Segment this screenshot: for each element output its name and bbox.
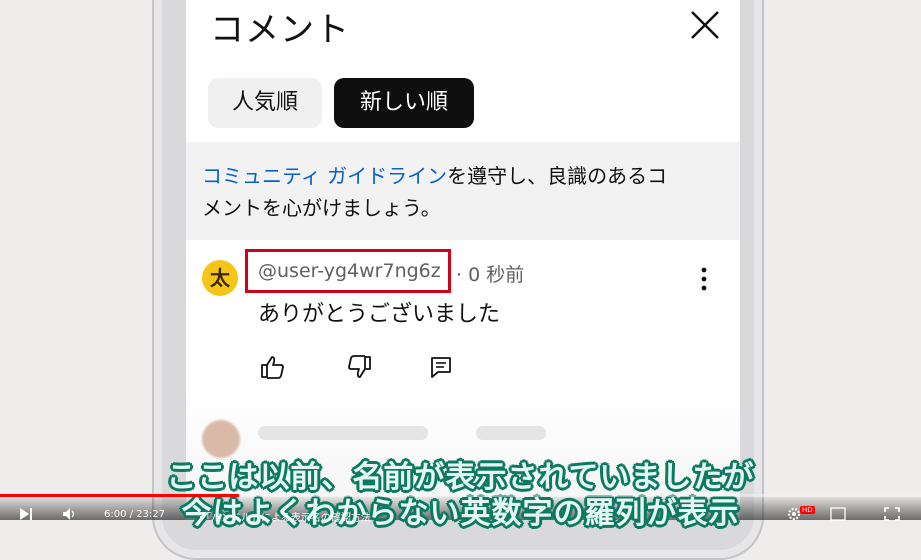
progress-fill (0, 494, 240, 497)
guideline-banner: コミュニティ ガイドラインを遵守し、良識のあるコ メントを心がけましょう。 (186, 142, 740, 240)
blurred-text (476, 426, 546, 440)
guideline-link[interactable]: コミュニティ ガイドライン (202, 164, 447, 188)
fullscreen-icon[interactable] (884, 506, 900, 521)
miniplayer-icon[interactable] (830, 506, 846, 521)
comment-handle[interactable]: @user-yg4wr7ng6z (258, 260, 441, 282)
next-icon[interactable] (18, 506, 34, 520)
tab-newest[interactable]: 新しい順 (334, 78, 474, 128)
guideline-text: コミュニティ ガイドラインを遵守し、良識のあるコ メントを心がけましょう。 (202, 160, 722, 224)
blurred-text (258, 426, 428, 440)
volume-icon[interactable] (62, 506, 78, 520)
hd-badge: HD (800, 506, 815, 514)
close-icon[interactable] (688, 8, 722, 42)
tab-popular[interactable]: 人気順 (208, 78, 322, 128)
avatar[interactable]: 太 (202, 260, 238, 296)
like-icon[interactable] (258, 352, 288, 382)
chapter-title[interactable]: ・「ハンドル」による表示名の確認方法 (196, 509, 371, 524)
comments-panel: コメント 人気順 新しい順 コミュニティ ガイドラインを遵守し、良識のあるコ メ… (186, 0, 740, 520)
dislike-icon[interactable] (344, 352, 374, 382)
comment-time: · 0 秒前 (456, 264, 525, 286)
progress-bar[interactable] (0, 494, 921, 497)
reply-icon[interactable] (426, 352, 456, 382)
time-readout: 6:00 / 23:27 (104, 509, 166, 520)
more-vert-icon[interactable] (696, 266, 712, 292)
comment-text: ありがとうございました (258, 302, 501, 327)
guideline-text-line2: メントを心がけましょう。 (202, 196, 441, 220)
guideline-text-rest: を遵守し、良識のあるコ (447, 164, 668, 188)
panel-title: コメント (210, 10, 350, 50)
